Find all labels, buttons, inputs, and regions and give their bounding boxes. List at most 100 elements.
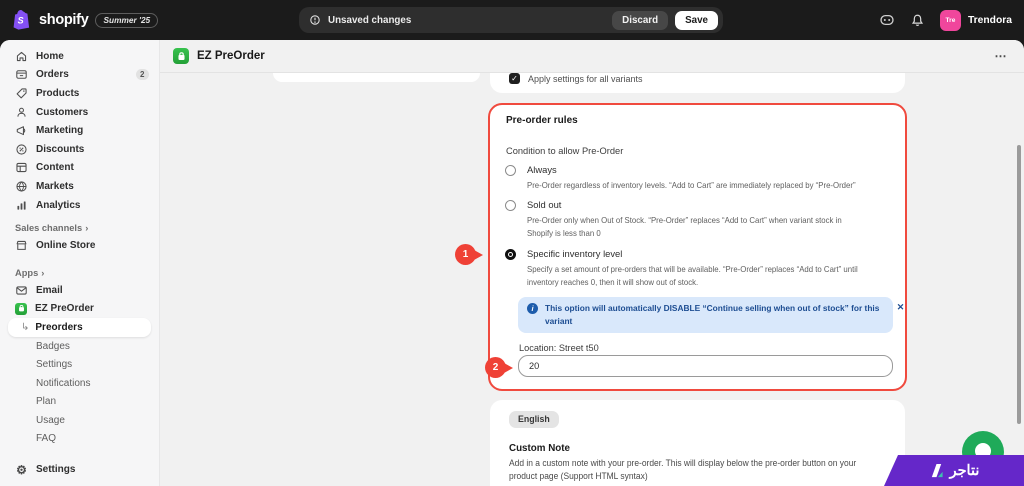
account-menu[interactable]: Tre Trendora bbox=[939, 9, 1012, 31]
edition-badge: Summer '25 bbox=[95, 12, 159, 28]
email-icon bbox=[15, 284, 28, 297]
custom-note-title: Custom Note bbox=[509, 442, 570, 454]
ez-preorder-app-icon bbox=[15, 302, 27, 315]
gear-icon: ⚙ bbox=[16, 462, 27, 477]
radio-always[interactable] bbox=[505, 165, 516, 176]
sidebar-item-label: EZ PreOrder bbox=[35, 303, 94, 315]
discard-button[interactable]: Discard bbox=[612, 10, 669, 30]
sidebar-section-sales-channels[interactable]: Sales channels › bbox=[0, 220, 159, 236]
preorder-rules-card: Pre-order rules Condition to allow Pre-O… bbox=[488, 103, 907, 391]
sidebar-item-label: Marketing bbox=[36, 125, 84, 137]
apply-settings-checkbox[interactable]: ✓ bbox=[509, 73, 520, 84]
shopify-wordmark: shopify bbox=[39, 12, 89, 28]
sidebar-subitem-settings[interactable]: Settings bbox=[0, 355, 159, 374]
products-icon bbox=[15, 87, 28, 100]
close-icon[interactable]: ✕ bbox=[897, 302, 905, 333]
sidebar: Home Orders 2 Products Customers Marketi… bbox=[0, 40, 160, 486]
sidebar-subitem-badges[interactable]: Badges bbox=[0, 337, 159, 356]
sidebar-item-orders[interactable]: Orders 2 bbox=[0, 66, 159, 85]
watermark-text: نتاجر bbox=[949, 462, 980, 479]
custom-note-card: English Custom Note Add in a custom note… bbox=[490, 400, 905, 486]
radio-specific-desc: Specify a set amount of pre-orders that … bbox=[527, 264, 858, 287]
sidebar-item-content[interactable]: Content bbox=[0, 159, 159, 178]
sidebar-item-marketing[interactable]: Marketing bbox=[0, 121, 159, 140]
more-actions-button[interactable]: ⋯ bbox=[995, 49, 1009, 63]
unsaved-changes-text: Unsaved changes bbox=[328, 14, 412, 26]
svg-text:S: S bbox=[18, 16, 24, 26]
sidebar-item-products[interactable]: Products bbox=[0, 84, 159, 103]
sidebar-item-label: Markets bbox=[36, 180, 74, 192]
sidebar-item-online-store[interactable]: Online Store bbox=[0, 236, 159, 255]
chevron-right-icon: › bbox=[85, 223, 89, 234]
info-banner: i This option will automatically DISABLE… bbox=[518, 297, 904, 333]
card-title: Pre-order rules bbox=[506, 115, 578, 126]
sidebar-item-label: Notifications bbox=[36, 377, 91, 389]
sidebar-subitem-preorders[interactable]: ↳ Preorders bbox=[8, 318, 151, 337]
chevron-right-icon: › bbox=[41, 267, 45, 278]
avatar: Tre bbox=[939, 9, 961, 31]
shopify-bag-icon: S bbox=[12, 9, 32, 31]
inventory-level-input[interactable] bbox=[518, 355, 893, 377]
sidebar-item-label: FAQ bbox=[36, 433, 57, 445]
condition-label: Condition to allow Pre-Order bbox=[506, 146, 624, 156]
location-label: Location: Street t50 bbox=[519, 343, 599, 353]
sidebar-item-label: Usage bbox=[36, 414, 65, 426]
sidebar-subitem-faq[interactable]: FAQ bbox=[0, 430, 159, 449]
topbar: S shopify Summer '25 Unsaved changes Dis… bbox=[0, 0, 1024, 40]
sidebar-item-discounts[interactable]: Discounts bbox=[0, 140, 159, 159]
topbar-brand: S shopify Summer '25 bbox=[12, 0, 159, 40]
sidebar-item-label: Discounts bbox=[36, 143, 85, 155]
custom-note-desc: Add in a custom note with your pre-order… bbox=[509, 457, 857, 482]
apply-settings-label: Apply settings for all variants bbox=[528, 74, 643, 84]
sidebar-subitem-usage[interactable]: Usage bbox=[0, 411, 159, 430]
orders-icon bbox=[15, 68, 28, 81]
scrollbar[interactable] bbox=[1017, 145, 1021, 424]
alert-icon bbox=[309, 14, 321, 26]
section-label: Apps bbox=[15, 267, 39, 278]
unsaved-changes-bar: Unsaved changes Discard Save bbox=[299, 7, 723, 33]
watermark-banner: نتاجر bbox=[884, 455, 1024, 486]
storefront-icon bbox=[15, 239, 28, 252]
annotation-marker-2: 2 bbox=[485, 357, 506, 378]
radio-specific-inventory-level[interactable] bbox=[505, 249, 516, 260]
ez-preorder-app-icon bbox=[173, 48, 189, 64]
save-button[interactable]: Save bbox=[675, 10, 718, 30]
app-page-header: EZ PreOrder ⋯ bbox=[160, 40, 1024, 73]
markets-icon bbox=[15, 180, 28, 193]
sidebar-item-label: Products bbox=[36, 87, 80, 99]
notifications-bell-icon[interactable] bbox=[910, 13, 925, 28]
radio-sold-out[interactable] bbox=[505, 200, 516, 211]
sidebar-item-customers[interactable]: Customers bbox=[0, 103, 159, 122]
sidebar-subitem-notifications[interactable]: Notifications bbox=[0, 374, 159, 393]
radio-always-label: Always bbox=[527, 164, 557, 175]
language-tab-english[interactable]: English bbox=[509, 410, 559, 428]
sidebar-item-label: Analytics bbox=[36, 199, 81, 211]
radio-always-desc: Pre-Order regardless of inventory levels… bbox=[527, 180, 856, 190]
sidebar-section-apps[interactable]: Apps › bbox=[0, 265, 159, 281]
sidebar-item-label: Plan bbox=[36, 396, 57, 408]
analytics-icon bbox=[15, 199, 28, 212]
sidebar-item-email[interactable]: Email bbox=[0, 281, 159, 300]
sidebar-item-label: Content bbox=[36, 162, 74, 174]
section-label: Sales channels bbox=[15, 223, 83, 234]
marketing-icon bbox=[15, 124, 28, 137]
annotation-marker-1: 1 bbox=[455, 244, 476, 265]
sidebar-item-ez-preorder[interactable]: EZ PreOrder bbox=[0, 300, 159, 319]
sidebar-item-label: Settings bbox=[36, 464, 76, 476]
sidekick-icon[interactable] bbox=[879, 12, 895, 28]
sidebar-item-label: Settings bbox=[36, 359, 73, 371]
sidebar-subitem-plan[interactable]: Plan bbox=[0, 393, 159, 412]
sidebar-item-label: Online Store bbox=[36, 240, 96, 252]
apply-settings-card: ✓ Apply settings for all variants bbox=[490, 73, 905, 93]
sub-arrow-icon: ↳ bbox=[21, 321, 30, 333]
topbar-right: Tre Trendora bbox=[879, 0, 1012, 40]
sidebar-item-label: Home bbox=[36, 50, 64, 62]
store-name: Trendora bbox=[967, 14, 1012, 26]
radio-sold-out-desc: Pre-Order only when Out of Stock. “Pre-O… bbox=[527, 215, 842, 238]
sidebar-item-markets[interactable]: Markets bbox=[0, 177, 159, 196]
info-icon: i bbox=[527, 303, 538, 314]
sidebar-item-home[interactable]: Home bbox=[0, 47, 159, 66]
sidebar-item-analytics[interactable]: Analytics bbox=[0, 196, 159, 215]
radio-sold-out-label: Sold out bbox=[527, 199, 562, 210]
sidebar-item-settings[interactable]: ⚙ Settings bbox=[0, 460, 159, 479]
